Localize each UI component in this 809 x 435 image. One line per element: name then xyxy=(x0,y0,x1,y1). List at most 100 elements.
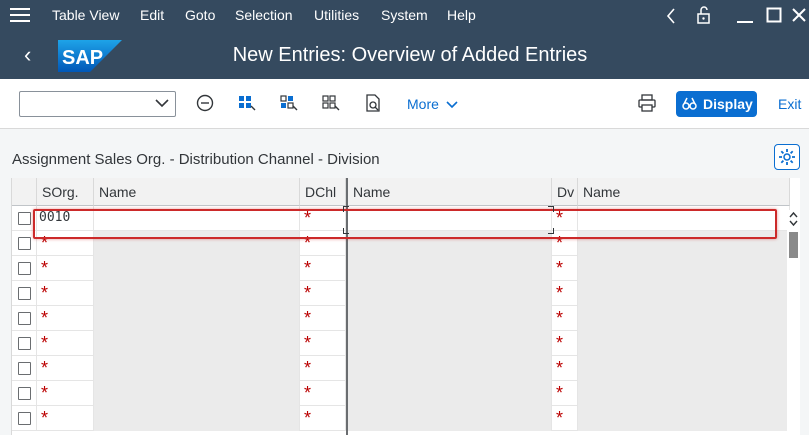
row-selector[interactable] xyxy=(12,406,37,431)
column-header-dv-name[interactable]: Name xyxy=(578,178,790,206)
hamburger-menu-icon[interactable] xyxy=(10,8,30,24)
display-glasses-icon xyxy=(682,97,697,110)
sales-org-field[interactable]: * xyxy=(37,356,94,381)
sales-org-field[interactable]: * xyxy=(37,256,94,281)
table-row: * * * xyxy=(12,331,790,356)
row-checkbox[interactable] xyxy=(18,412,31,425)
distribution-channel-field[interactable]: * xyxy=(300,406,346,431)
row-selector[interactable] xyxy=(12,381,37,406)
more-button[interactable]: More xyxy=(407,96,458,112)
row-checkbox[interactable] xyxy=(18,362,31,375)
column-header-dchl-name[interactable]: Name xyxy=(348,178,552,206)
menu-bar: Table View Edit Goto Selection Utilities… xyxy=(0,0,809,32)
required-marker: * xyxy=(304,358,312,378)
name-cell xyxy=(94,331,300,356)
name-cell xyxy=(94,406,300,431)
division-field[interactable]: * xyxy=(552,381,578,406)
name-cell xyxy=(578,356,790,381)
cursor-mark xyxy=(548,228,554,234)
name-cell xyxy=(348,306,552,331)
column-label: Name xyxy=(99,184,137,200)
sales-org-field[interactable]: * xyxy=(37,331,94,356)
sales-org-field[interactable]: * xyxy=(37,406,94,431)
row-checkbox[interactable] xyxy=(18,287,31,300)
column-header-sorg[interactable]: SOrg. xyxy=(37,178,94,206)
sales-org-field[interactable]: * xyxy=(37,381,94,406)
select-block-icon[interactable] xyxy=(279,93,299,113)
maximize-icon[interactable] xyxy=(766,7,782,23)
menu-goto[interactable]: Goto xyxy=(185,7,215,23)
menu-edit[interactable]: Edit xyxy=(140,7,164,23)
deselect-all-icon[interactable] xyxy=(321,93,341,113)
select-all-icon[interactable] xyxy=(237,93,257,113)
division-field[interactable]: * xyxy=(552,356,578,381)
required-marker: * xyxy=(304,283,312,303)
close-icon[interactable] xyxy=(791,7,807,23)
column-header-dv[interactable]: Dv xyxy=(552,178,578,206)
division-field[interactable]: * xyxy=(552,406,578,431)
required-marker: * xyxy=(556,283,564,303)
row-selector[interactable] xyxy=(12,356,37,381)
command-field[interactable] xyxy=(19,91,176,117)
division-field[interactable]: * xyxy=(552,256,578,281)
select-column-header[interactable] xyxy=(12,178,37,206)
delete-row-icon[interactable] xyxy=(195,93,215,113)
row-selector[interactable] xyxy=(12,331,37,356)
print-icon[interactable] xyxy=(637,93,657,113)
minimize-icon[interactable] xyxy=(736,8,754,24)
column-label: DChl xyxy=(305,184,337,200)
column-header-sorg-name[interactable]: Name xyxy=(94,178,300,206)
row-checkbox[interactable] xyxy=(18,337,31,350)
required-marker: * xyxy=(41,408,49,428)
back-arrow-icon[interactable]: ‹ xyxy=(24,42,31,68)
distribution-channel-field[interactable]: * xyxy=(300,281,346,306)
distribution-channel-field[interactable]: * xyxy=(300,356,346,381)
name-cell xyxy=(578,406,790,431)
row-selector[interactable] xyxy=(12,306,37,331)
distribution-channel-field[interactable]: * xyxy=(300,306,346,331)
scroll-up-down-icon[interactable] xyxy=(788,210,799,228)
name-cell xyxy=(348,331,552,356)
chevron-down-icon[interactable] xyxy=(155,98,169,108)
vertical-scrollbar[interactable] xyxy=(787,210,800,435)
name-cell xyxy=(348,256,552,281)
back-icon[interactable] xyxy=(666,8,676,24)
menu-selection[interactable]: Selection xyxy=(235,7,293,23)
table-settings-button[interactable] xyxy=(774,144,800,170)
name-cell xyxy=(94,281,300,306)
menu-system[interactable]: System xyxy=(381,7,428,23)
exit-button[interactable]: Exit xyxy=(778,96,801,112)
required-marker: * xyxy=(41,283,49,303)
scrollbar-thumb[interactable] xyxy=(789,232,798,258)
division-field[interactable]: * xyxy=(552,281,578,306)
distribution-channel-field[interactable]: * xyxy=(300,331,346,356)
display-label: Display xyxy=(703,96,753,112)
menu-help[interactable]: Help xyxy=(447,7,476,23)
required-marker: * xyxy=(304,383,312,403)
column-header-dchl[interactable]: DChl xyxy=(300,178,346,206)
lock-icon[interactable] xyxy=(696,6,712,24)
row-checkbox[interactable] xyxy=(18,312,31,325)
division-field[interactable]: * xyxy=(552,331,578,356)
sales-org-field[interactable]: * xyxy=(37,281,94,306)
required-marker: * xyxy=(41,383,49,403)
row-checkbox[interactable] xyxy=(18,237,31,250)
print-preview-icon[interactable] xyxy=(363,93,383,113)
table-row: * * * xyxy=(12,356,790,381)
division-field[interactable]: * xyxy=(552,306,578,331)
row-selector[interactable] xyxy=(12,281,37,306)
row-checkbox[interactable] xyxy=(18,262,31,275)
required-marker: * xyxy=(304,258,312,278)
required-marker: * xyxy=(304,308,312,328)
distribution-channel-field[interactable]: * xyxy=(300,381,346,406)
row-checkbox[interactable] xyxy=(18,212,31,225)
menu-utilities[interactable]: Utilities xyxy=(314,7,359,23)
display-button[interactable]: Display xyxy=(676,91,757,117)
row-selector[interactable] xyxy=(12,256,37,281)
distribution-channel-field[interactable]: * xyxy=(300,256,346,281)
required-marker: * xyxy=(304,333,312,353)
menu-table-view[interactable]: Table View xyxy=(52,7,119,23)
row-checkbox[interactable] xyxy=(18,387,31,400)
sales-org-field[interactable]: * xyxy=(37,306,94,331)
name-cell xyxy=(348,406,552,431)
